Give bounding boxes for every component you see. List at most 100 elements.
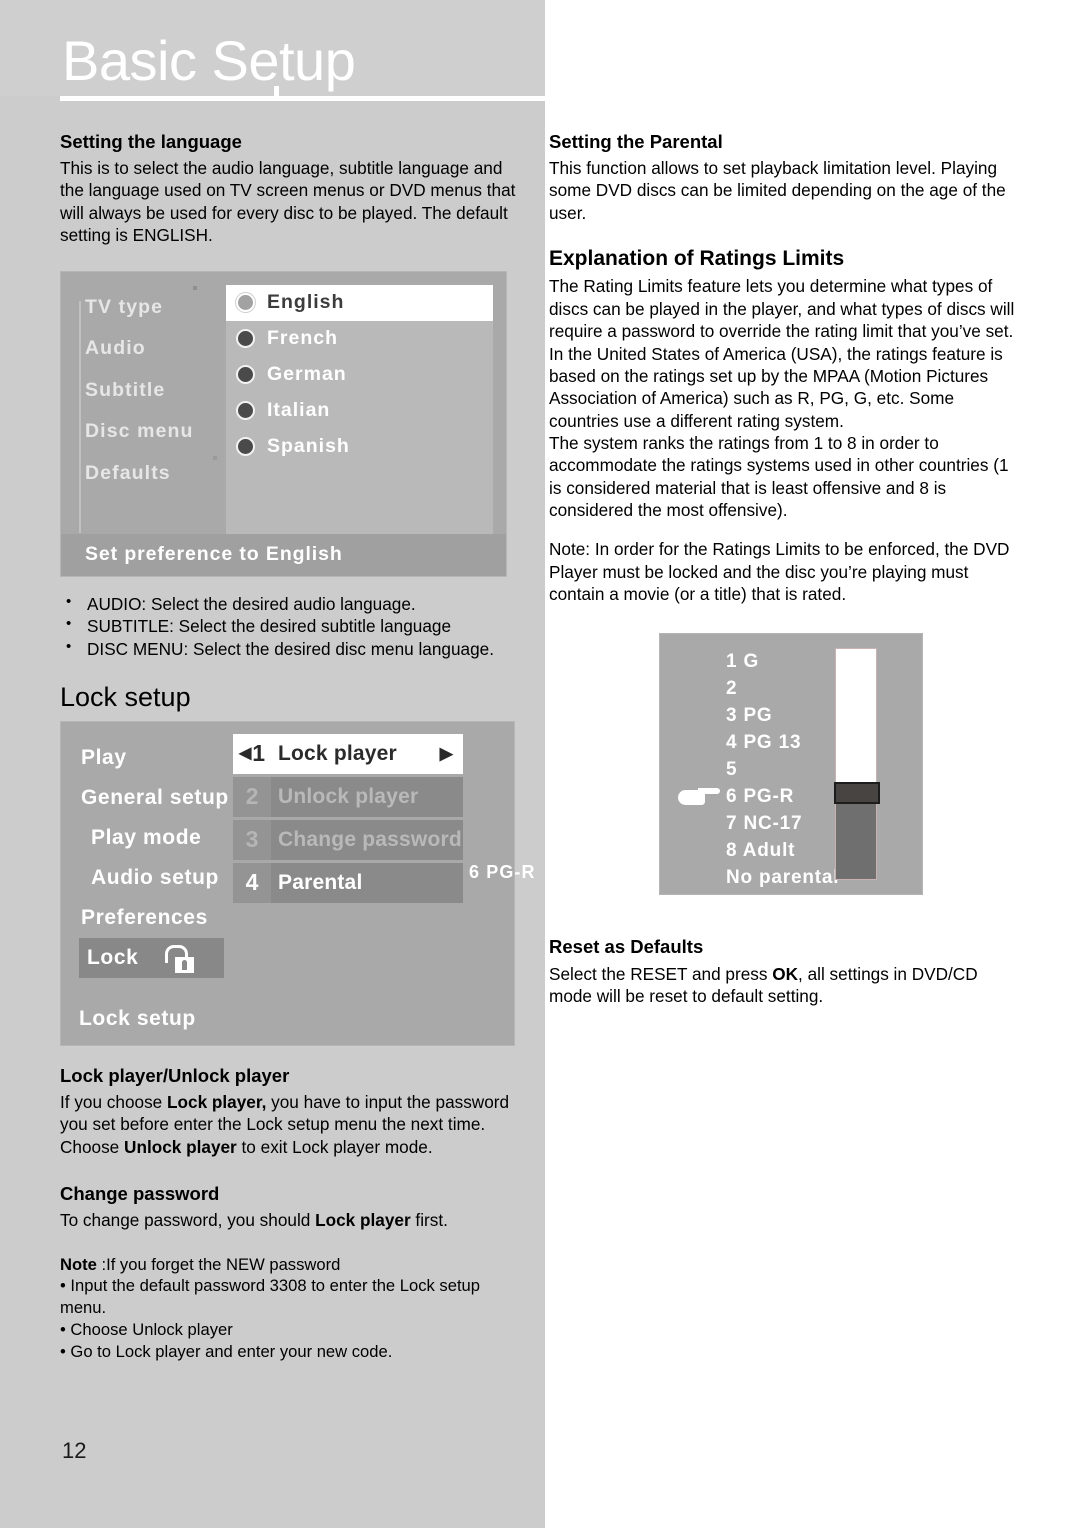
language-bullet-list: AUDIO: Select the desired audio language… bbox=[60, 592, 522, 662]
osd-rating-row-selected[interactable]: 6 PG-R bbox=[726, 783, 839, 810]
osd-submenu-row-unlock-player[interactable]: 2 Unlock player bbox=[233, 776, 463, 817]
list-item: AUDIO: Select the desired audio language… bbox=[60, 592, 522, 616]
osd-submenu-row-lock-player[interactable]: ◀ 1 Lock player ▶ bbox=[233, 733, 463, 774]
osd-language-option-german[interactable]: German bbox=[226, 357, 493, 393]
osd-rating-row[interactable]: 7 NC-17 bbox=[726, 810, 839, 837]
osd-language-status-bar: Set preference to English bbox=[61, 533, 506, 576]
parental-ratings-osd: 1 G 2 3 PG 4 PG 13 5 6 PG-R 7 NC-17 8 Ad… bbox=[659, 633, 923, 896]
page-title: Basic Setup bbox=[62, 29, 356, 92]
osd-language-options-panel: English French German Italian Spanish bbox=[226, 284, 493, 535]
osd-marker-dot bbox=[193, 285, 197, 290]
osd-submenu-label: Unlock player bbox=[271, 776, 463, 817]
osd-lock-submenu: ◀ 1 Lock player ▶ 2 Unlock player 3 Chan… bbox=[233, 733, 463, 906]
chevron-right-icon[interactable]: ▶ bbox=[397, 744, 463, 764]
heading-lock-setup: Lock setup bbox=[60, 682, 191, 713]
osd-submenu-label: Change password bbox=[271, 819, 463, 860]
osd-language-option-label: English bbox=[267, 290, 345, 313]
text-run-bold: Lock player, bbox=[167, 1092, 267, 1112]
note-title-rest: :If you forget the NEW password bbox=[96, 1254, 341, 1274]
osd-language-divider bbox=[79, 300, 81, 533]
osd-marker-dot-2 bbox=[213, 455, 217, 460]
text-run-bold: OK bbox=[772, 963, 799, 984]
paragraph-ratings-1: The Rating Limits feature lets you deter… bbox=[549, 276, 1015, 431]
text-run: to exit Lock player mode. bbox=[236, 1136, 433, 1157]
text-run: first. bbox=[410, 1210, 448, 1231]
language-preference-osd: TV type Audio Subtitle Disc menu Default… bbox=[60, 270, 507, 577]
osd-ratings-list: 1 G 2 3 PG 4 PG 13 5 6 PG-R 7 NC-17 8 Ad… bbox=[726, 648, 839, 891]
manual-page: Basic Setup Setting the language This is… bbox=[0, 0, 1080, 1528]
text-run: To change password, you should bbox=[60, 1210, 316, 1231]
lock-setup-osd: Play General setup Play mode Audio setup… bbox=[60, 720, 535, 1046]
radio-button-icon bbox=[236, 437, 255, 457]
osd-rating-row[interactable]: 1 G bbox=[726, 648, 839, 675]
osd-rating-row[interactable]: 3 PG bbox=[726, 702, 839, 729]
heading-reset-as-defaults: Reset as Defaults bbox=[549, 936, 704, 958]
heading-change-password: Change password bbox=[60, 1183, 220, 1205]
osd-menu-item-disc-menu[interactable]: Disc menu bbox=[85, 422, 225, 442]
osd-language-option-label: Spanish bbox=[267, 434, 350, 457]
note-block: Note :If you forget the NEW password • I… bbox=[60, 1254, 522, 1363]
radio-button-icon bbox=[236, 293, 255, 313]
heading-setting-the-language: Setting the language bbox=[60, 131, 242, 152]
osd-submenu-row-change-password[interactable]: 3 Change password bbox=[233, 819, 463, 860]
text-run: Select the RESET and press bbox=[549, 963, 773, 984]
title-underline bbox=[60, 96, 545, 101]
heading-explanation-of-ratings-limits: Explanation of Ratings Limits bbox=[549, 247, 845, 271]
paragraph-ratings-2: The system ranks the ratings from 1 to 8… bbox=[549, 432, 1009, 521]
osd-submenu-number: ◀ 1 bbox=[233, 733, 271, 774]
note-bold-label: Note bbox=[60, 1254, 97, 1274]
osd-rating-row[interactable]: 4 PG 13 bbox=[726, 729, 839, 756]
osd-submenu-number: 2 bbox=[233, 776, 271, 817]
paragraph-setting-the-language: This is to select the audio language, su… bbox=[60, 158, 516, 246]
note-item: • Input the default password 3308 to ent… bbox=[60, 1276, 481, 1318]
osd-submenu-label: Parental bbox=[271, 862, 463, 903]
osd-language-option-spanish[interactable]: Spanish bbox=[226, 429, 493, 465]
page-number: 12 bbox=[62, 1438, 87, 1463]
osd-menu-item-lock-label: Lock bbox=[87, 946, 139, 970]
text-run: If you choose bbox=[60, 1092, 168, 1112]
osd-language-left-menu: TV type Audio Subtitle Disc menu Default… bbox=[61, 271, 220, 576]
list-item: SUBTITLE: Select the desired subtitle la… bbox=[60, 614, 522, 638]
osd-parental-current-value: 6 PG-R bbox=[469, 861, 536, 882]
osd-submenu-number: 3 bbox=[233, 819, 271, 860]
radio-button-icon bbox=[236, 365, 255, 385]
text-run-bold: Unlock player bbox=[124, 1136, 237, 1157]
osd-language-option-label: French bbox=[267, 326, 339, 349]
pointing-hand-icon bbox=[678, 787, 720, 806]
osd-rating-row[interactable]: No parental bbox=[726, 864, 839, 891]
osd-submenu-number: 4 bbox=[233, 862, 271, 903]
osd-menu-item-audio[interactable]: Audio bbox=[85, 339, 225, 359]
osd-rating-row[interactable]: 5 bbox=[726, 756, 839, 783]
osd-menu-item-defaults[interactable]: Defaults bbox=[85, 463, 225, 484]
note-title: Note :If you forget the NEW password bbox=[60, 1254, 522, 1276]
slider-track-filled bbox=[836, 649, 876, 787]
osd-language-option-french[interactable]: French bbox=[226, 321, 493, 357]
right-column: Setting the Parental This function allow… bbox=[549, 130, 1021, 1007]
osd-menu-item-tv-type[interactable]: TV type bbox=[85, 297, 225, 318]
radio-button-icon bbox=[236, 329, 255, 349]
osd-menu-item-lock[interactable]: Lock bbox=[79, 937, 224, 978]
osd-submenu-row-parental[interactable]: 4 Parental bbox=[233, 862, 463, 903]
osd-ratings-slider[interactable] bbox=[834, 648, 880, 881]
heading-lock-player-unlock-player: Lock player/Unlock player bbox=[60, 1064, 290, 1086]
paragraph-setting-the-parental: This function allows to set playback lim… bbox=[549, 158, 1006, 223]
osd-language-option-label: Italian bbox=[267, 398, 331, 421]
note-item: • Choose Unlock player bbox=[60, 1320, 233, 1340]
paragraph-reset-as-defaults: Select the RESET and press OK, all setti… bbox=[549, 963, 1021, 1008]
osd-submenu-label: Lock player ▶ bbox=[271, 733, 463, 774]
radio-button-icon bbox=[236, 401, 255, 421]
left-column: Setting the language This is to select t… bbox=[60, 130, 535, 1363]
list-item: DISC MENU: Select the desired disc menu … bbox=[60, 637, 522, 661]
chevron-left-icon[interactable]: ◀ bbox=[239, 745, 251, 762]
paragraph-change-password: To change password, you should Lock play… bbox=[60, 1209, 522, 1231]
osd-language-status-text: Set preference to English bbox=[85, 543, 343, 566]
osd-menu-item-subtitle[interactable]: Subtitle bbox=[85, 380, 225, 401]
osd-lock-status-text: Lock setup bbox=[79, 1006, 196, 1030]
slider-thumb[interactable] bbox=[834, 782, 880, 805]
osd-rating-row[interactable]: 2 bbox=[726, 675, 839, 702]
paragraph-lock-player: If you choose Lock player, you have to i… bbox=[60, 1091, 522, 1158]
osd-language-option-italian[interactable]: Italian bbox=[226, 393, 493, 429]
osd-language-option-english[interactable]: English bbox=[226, 284, 493, 321]
open-padlock-icon bbox=[164, 944, 196, 973]
osd-rating-row[interactable]: 8 Adult bbox=[726, 837, 839, 864]
